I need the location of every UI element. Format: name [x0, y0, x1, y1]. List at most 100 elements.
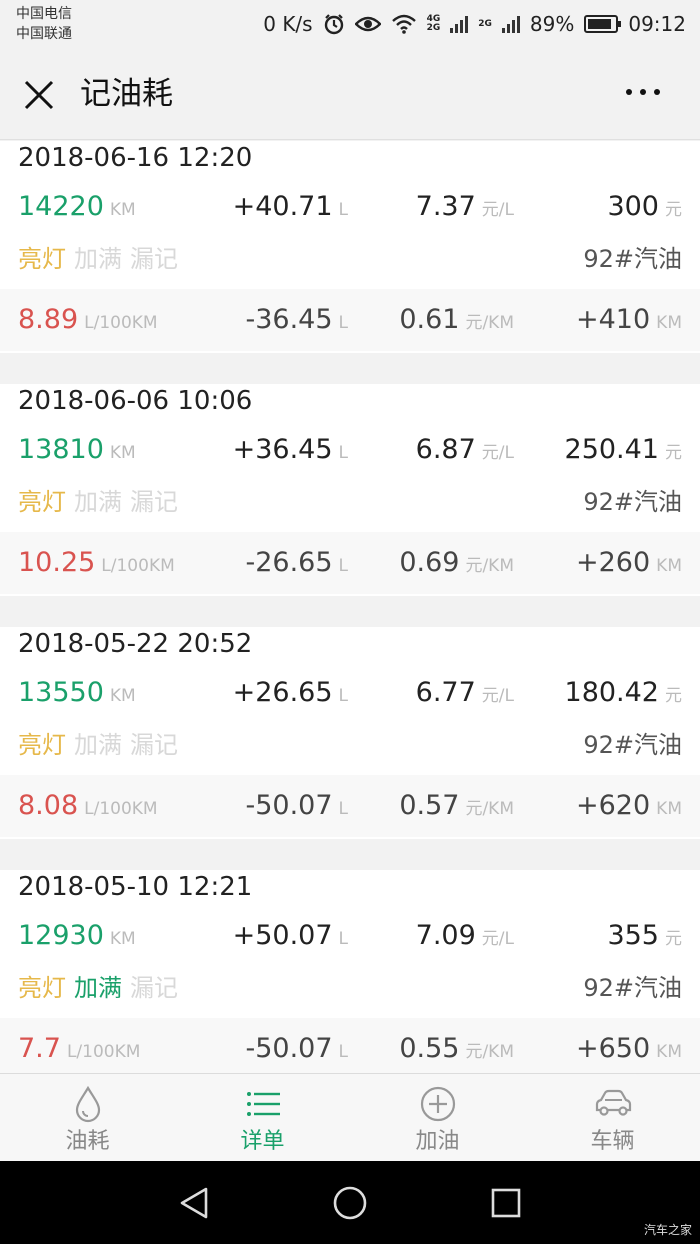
bottom-nav: 油耗 详单 加油 车辆 [0, 1073, 700, 1161]
nav-item-vehicle[interactable]: 车辆 [525, 1074, 700, 1161]
record-tags-row: 亮灯 加满 漏记 92#汽油 [0, 723, 700, 767]
tag-light-on: 亮灯 [18, 731, 66, 759]
tag-missed-record: 漏记 [130, 488, 178, 516]
consumption: 10.25 L/100KM [18, 547, 175, 578]
fuel-cost: 355 元 [607, 920, 682, 951]
tag-light-on: 亮灯 [18, 488, 66, 516]
list-icon [246, 1092, 280, 1116]
nav-label: 车辆 [590, 1129, 635, 1154]
signal-icon-1 [450, 15, 469, 33]
clock: 09:12 [628, 12, 686, 36]
plus-circle-icon [420, 1086, 455, 1122]
record-tags: 亮灯 加满 漏记 [18, 723, 186, 770]
carrier-1: 中国电信 [16, 6, 72, 22]
tag-light-on: 亮灯 [18, 974, 66, 1002]
record-stats-row: 7.7 L/100KM -50.07 L 0.55 元/KM +650 KM [0, 1018, 700, 1073]
nav-item-fuel-consumption[interactable]: 油耗 [0, 1074, 175, 1161]
drop-icon [75, 1085, 100, 1123]
record-card[interactable]: 2018-06-16 12:20 14220 KM +40.71 L 7.37 元/L 300… [0, 141, 700, 353]
record-tags: 亮灯 加满 漏记 [18, 237, 186, 284]
car-icon [595, 1089, 631, 1116]
cost-per-km: 0.57 元/KM [399, 790, 514, 821]
nav-label: 油耗 [65, 1129, 110, 1154]
record-stats-row: 8.08 L/100KM -50.07 L 0.57 元/KM +620 KM [0, 775, 700, 837]
record-date: 2018-05-10 12:21 [18, 872, 253, 902]
cost-per-km: 0.55 元/KM [399, 1033, 514, 1064]
fuel-added: +36.45 L [232, 434, 348, 465]
record-card[interactable]: 2018-05-22 20:52 13550 KM +26.65 L 6.77 元/L 180… [0, 627, 700, 839]
tag-missed-record: 漏记 [130, 731, 178, 759]
status-bar: 中国电信 中国联通 0 K/s 4G 2G 2G 89% 09:12 [0, 0, 700, 48]
record-card[interactable]: 2018-06-06 10:06 13810 KM +36.45 L 6.87 元/L 250… [0, 384, 700, 596]
wifi-icon [391, 14, 416, 34]
record-tags-row: 亮灯 加满 漏记 92#汽油 [0, 966, 700, 1010]
record-list[interactable]: 2018-06-16 12:20 14220 KM +40.71 L 7.37 元/L 300… [0, 141, 700, 1073]
cost-per-km: 0.61 元/KM [399, 304, 514, 335]
fuel-type: 92#汽油 [583, 974, 682, 1002]
alarm-icon [324, 14, 343, 35]
tag-full-tank: 加满 [74, 245, 122, 273]
fuel-price: 6.77 元/L [415, 677, 514, 708]
tag-missed-record: 漏记 [130, 974, 178, 1002]
fuel-price: 6.87 元/L [415, 434, 514, 465]
delta-fuel: -50.07 L [245, 1033, 348, 1064]
back-icon[interactable] [174, 1183, 214, 1223]
distance: +620 KM [576, 790, 682, 821]
record-stats-row: 8.89 L/100KM -36.45 L 0.61 元/KM +410 KM [0, 289, 700, 351]
record-stats-row: 10.25 L/100KM -26.65 L 0.69 元/KM +260 KM [0, 532, 700, 594]
record-fill-row: 14220 KM +40.71 L 7.37 元/L 300 元 [0, 185, 700, 229]
consumption: 8.08 L/100KM [18, 790, 158, 821]
record-date: 2018-06-06 10:06 [18, 386, 253, 416]
fuel-cost: 300 元 [607, 191, 682, 222]
record-tags: 亮灯 加满 漏记 [18, 480, 186, 527]
nav-item-add-fuel[interactable]: 加油 [350, 1074, 525, 1161]
odometer: 13550 KM [18, 677, 136, 708]
consumption: 8.89 L/100KM [18, 304, 158, 335]
eye-icon [354, 16, 381, 32]
record-date: 2018-05-22 20:52 [18, 629, 253, 659]
home-icon[interactable] [330, 1183, 370, 1223]
delta-fuel: -36.45 L [245, 304, 348, 335]
tag-full-tank: 加满 [74, 488, 122, 516]
record-tags-row: 亮灯 加满 漏记 92#汽油 [0, 237, 700, 281]
status-icons: 0 K/s 4G 2G 2G 89% 09:12 [263, 10, 686, 38]
network-type-tag-2: 2G [478, 18, 492, 29]
more-options-button[interactable] [626, 82, 666, 102]
fuel-type: 92#汽油 [583, 488, 682, 516]
fuel-cost: 180.42 元 [564, 677, 682, 708]
fuel-price: 7.09 元/L [415, 920, 514, 951]
signal-icon-2 [501, 15, 520, 33]
distance: +650 KM [576, 1033, 682, 1064]
delta-fuel: -50.07 L [245, 790, 348, 821]
odometer: 14220 KM [18, 191, 136, 222]
fuel-added: +50.07 L [232, 920, 348, 951]
nav-label: 加油 [415, 1129, 460, 1154]
record-card[interactable]: 2018-05-10 12:21 12930 KM +50.07 L 7.09 元/L 355… [0, 870, 700, 1073]
carrier-info: 中国电信 中国联通 [16, 4, 72, 44]
app-header: 记油耗 [0, 48, 700, 140]
fuel-price: 7.37 元/L [415, 191, 514, 222]
tag-missed-record: 漏记 [130, 245, 178, 273]
battery-icon [584, 15, 622, 33]
record-fill-row: 13810 KM +36.45 L 6.87 元/L 250.41 元 [0, 428, 700, 472]
distance: +260 KM [576, 547, 682, 578]
tag-light-on: 亮灯 [18, 245, 66, 273]
fuel-added: +40.71 L [232, 191, 348, 222]
fuel-added: +26.65 L [232, 677, 348, 708]
system-nav-bar: 汽车之家 [0, 1161, 700, 1244]
network-type-tag: 4G 2G [426, 14, 441, 33]
nav-item-details[interactable]: 详单 [175, 1074, 350, 1161]
recent-apps-icon[interactable] [486, 1183, 526, 1223]
fuel-cost: 250.41 元 [564, 434, 682, 465]
record-fill-row: 13550 KM +26.65 L 6.77 元/L 180.42 元 [0, 671, 700, 715]
tag-full-tank: 加满 [74, 731, 122, 759]
record-fill-row: 12930 KM +50.07 L 7.09 元/L 355 元 [0, 914, 700, 958]
watermark: 汽车之家 [643, 1223, 692, 1237]
odometer: 13810 KM [18, 434, 136, 465]
record-tags-row: 亮灯 加满 漏记 92#汽油 [0, 480, 700, 524]
tag-full-tank: 加满 [74, 974, 122, 1002]
battery-percent: 89% [529, 12, 575, 36]
page-title: 记油耗 [80, 76, 173, 112]
close-icon[interactable] [20, 76, 58, 114]
network-speed: 0 K/s [263, 12, 313, 36]
